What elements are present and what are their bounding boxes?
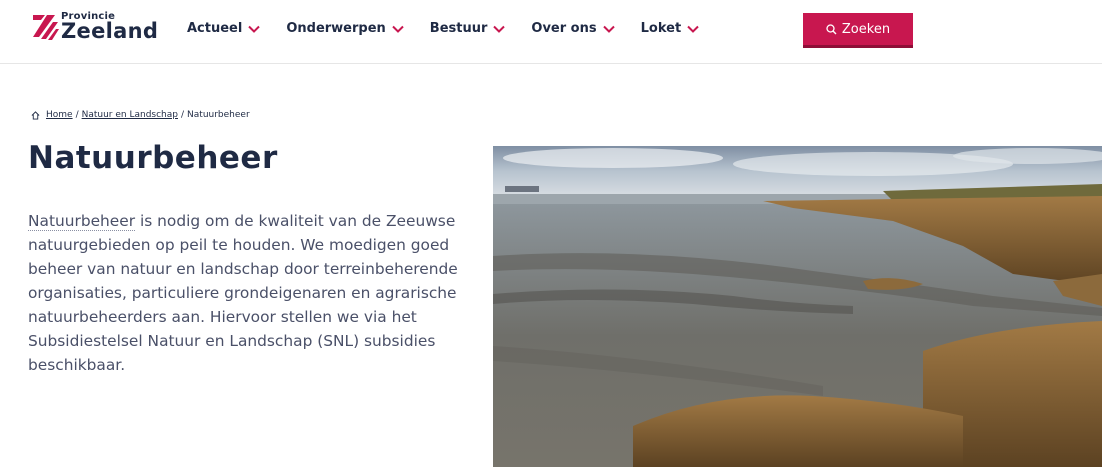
chevron-down-icon — [602, 25, 615, 33]
nav-item-actueel[interactable]: Actueel — [187, 21, 261, 36]
breadcrumb-current: Natuurbeheer — [187, 110, 250, 120]
nav-item-bestuur[interactable]: Bestuur — [430, 21, 506, 36]
page-title: Natuurbeheer — [28, 140, 278, 176]
home-icon — [31, 110, 40, 120]
landscape-photo — [493, 146, 1102, 467]
search-button[interactable]: Zoeken — [803, 13, 913, 48]
chevron-down-icon — [392, 25, 404, 33]
breadcrumb-natuur-link[interactable]: Natuur en Landschap — [82, 110, 178, 120]
intro-paragraph: Natuurbeheer is nodig om de kwaliteit va… — [28, 209, 478, 377]
search-button-label: Zoeken — [841, 21, 891, 37]
main-nav: Actueel Onderwerpen Bestuur Over ons Lok… — [187, 21, 725, 36]
chevron-down-icon — [493, 25, 506, 33]
breadcrumb-separator: / — [181, 110, 185, 120]
breadcrumb: Home / Natuur en Landschap / Natuurbehee… — [31, 110, 250, 120]
site-logo[interactable]: Provincie Zeeland — [31, 12, 158, 42]
nav-item-label: Bestuur — [429, 21, 488, 36]
chevron-down-icon — [248, 25, 261, 33]
zeeland-logo-icon — [33, 15, 59, 40]
hero-image — [493, 146, 1102, 467]
nav-item-over-ons[interactable]: Over ons — [531, 21, 615, 36]
search-icon — [826, 23, 837, 34]
nav-item-label: Over ons — [531, 21, 597, 36]
nav-item-label: Actueel — [187, 21, 243, 36]
nav-item-loket[interactable]: Loket — [641, 21, 700, 36]
nav-item-label: Onderwerpen — [286, 21, 386, 36]
intro-text: is nodig om de kwaliteit van de Zeeuwse … — [28, 212, 458, 374]
chevron-down-icon — [687, 25, 699, 33]
breadcrumb-separator: / — [75, 110, 79, 120]
natuurbeheer-link[interactable]: Natuurbeheer — [28, 212, 136, 231]
logo-big-text: Zeeland — [61, 19, 159, 43]
nav-item-onderwerpen[interactable]: Onderwerpen — [286, 21, 404, 36]
nav-item-label: Loket — [640, 21, 682, 36]
site-header: Provincie Zeeland Actueel Onderwerpen Be… — [0, 0, 1102, 64]
breadcrumb-home-link[interactable]: Home — [46, 110, 73, 120]
